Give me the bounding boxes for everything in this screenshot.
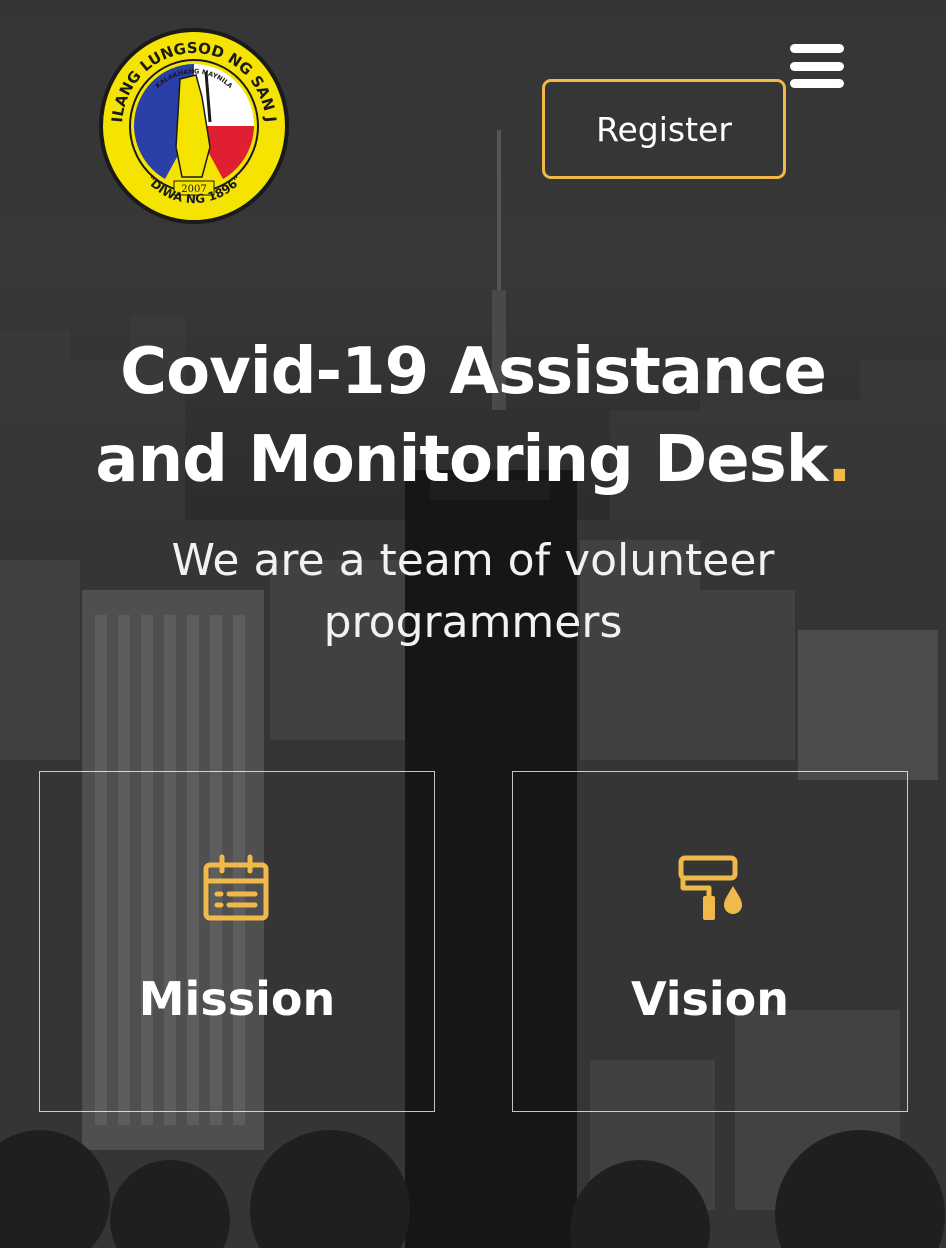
- mission-label: Mission: [138, 972, 336, 1026]
- hero-subtitle-line2: programmers: [323, 597, 623, 648]
- register-button[interactable]: Register: [542, 79, 786, 179]
- hero-subtitle: We are a team of volunteer programmers: [0, 530, 946, 654]
- mission-card[interactable]: Mission: [39, 771, 435, 1112]
- hero-title: Covid-19 Assistance and Monitoring Desk.: [0, 328, 946, 504]
- vision-card[interactable]: Vision: [512, 771, 908, 1112]
- register-button-label: Register: [596, 109, 732, 149]
- hero-title-line2: and Monitoring Desk: [95, 423, 828, 497]
- hamburger-menu-icon[interactable]: [790, 44, 844, 88]
- city-seal-logo[interactable]: 2007 DAKILANG LUNGSOD NG SAN JUAN KALAKH…: [98, 27, 290, 225]
- paint-roller-icon: [678, 855, 742, 920]
- hero-title-line1: Covid-19 Assistance: [120, 335, 827, 409]
- menu-bar: [790, 61, 844, 71]
- calendar-icon: [203, 854, 269, 921]
- menu-bar: [790, 44, 844, 53]
- accent-dot: .: [827, 423, 851, 497]
- hero-subtitle-line1: We are a team of volunteer: [171, 535, 775, 586]
- vision-label: Vision: [630, 972, 790, 1026]
- menu-bar: [790, 79, 844, 88]
